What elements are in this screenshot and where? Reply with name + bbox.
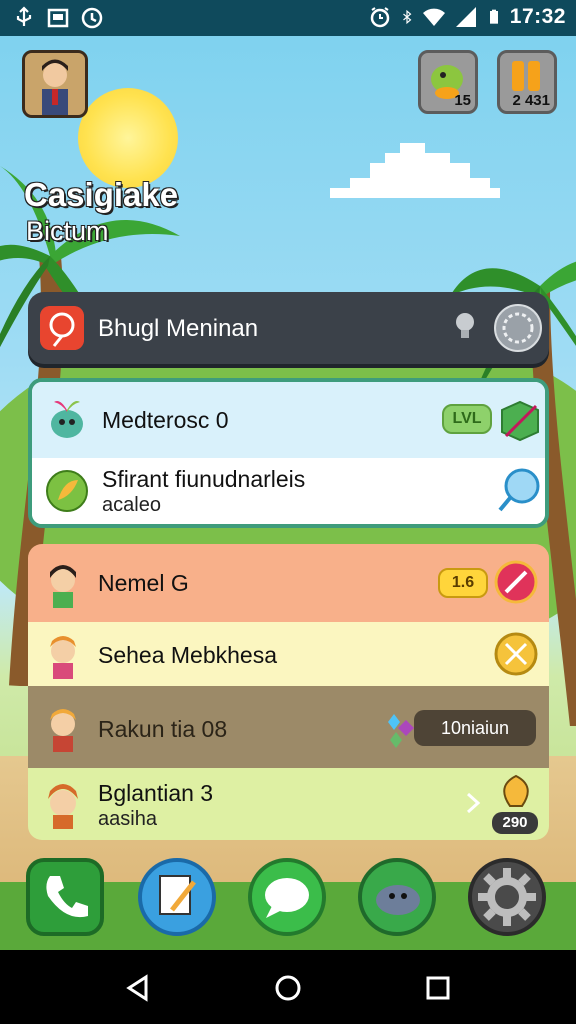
list-item-title: Sfirant fiunudnarleis bbox=[102, 466, 306, 492]
list-item-title: Nemel G bbox=[98, 570, 189, 596]
signal-icon bbox=[455, 7, 476, 27]
monkey-avatar-icon bbox=[48, 784, 78, 829]
list-item-subtitle: aasiha bbox=[98, 808, 157, 830]
list-item-title: Bglantian 3 bbox=[98, 780, 214, 806]
game-subtitle: Bictum bbox=[26, 216, 109, 246]
list-item[interactable]: Rakun tia 08 10niaiun bbox=[28, 686, 549, 768]
search-icon[interactable] bbox=[496, 466, 544, 514]
boy-avatar-icon bbox=[50, 709, 76, 752]
turtle-count: 15 bbox=[454, 92, 471, 109]
list-item[interactable]: Medterosc 0 LVL bbox=[32, 382, 545, 458]
list-item[interactable]: Bglantian 3 aasiha 290 bbox=[28, 768, 549, 840]
boy-avatar-icon bbox=[50, 636, 76, 679]
navigation-bar bbox=[0, 950, 576, 1024]
list-item[interactable]: Sfirant fiunudnarleis acaleo bbox=[32, 458, 545, 524]
sprout-creature-icon bbox=[51, 401, 83, 438]
search-bar[interactable]: Bhugl Meninan bbox=[28, 292, 549, 364]
girl-avatar-icon bbox=[50, 565, 76, 608]
sword-badge-icon[interactable] bbox=[492, 558, 540, 606]
notes-button[interactable] bbox=[138, 858, 216, 936]
gear-icon bbox=[478, 868, 536, 926]
list-item[interactable]: Nemel G 1.6 bbox=[28, 544, 549, 622]
list-item-title: Rakun tia 08 bbox=[98, 716, 228, 742]
usb-icon bbox=[16, 6, 32, 26]
list-group-1: Medterosc 0 LVL Sfirant fiunudnarleis ac… bbox=[28, 378, 549, 528]
coins-counter[interactable]: 2 431 bbox=[497, 50, 557, 114]
alarm-icon bbox=[370, 7, 390, 28]
level-badge: LVL bbox=[442, 404, 492, 434]
score-badge: 1.6 bbox=[438, 568, 488, 598]
chat-bubble-icon bbox=[265, 878, 309, 918]
swords-icon[interactable] bbox=[492, 630, 540, 678]
clock-icon bbox=[81, 7, 103, 29]
turtle-counter[interactable]: 15 bbox=[418, 50, 478, 114]
screenshot-icon bbox=[47, 8, 69, 28]
search-label: Bhugl Meninan bbox=[98, 315, 259, 342]
profile-avatar[interactable] bbox=[22, 50, 88, 118]
list-group-2: Nemel G 1.6 Sehea Mebkhesa Rakun tia 08 … bbox=[28, 544, 549, 840]
list-item-title: Medterosc 0 bbox=[102, 407, 229, 433]
battery-icon bbox=[489, 9, 498, 24]
seal-creature-icon bbox=[376, 885, 420, 915]
list-item[interactable]: Sehea Mebkhesa bbox=[28, 622, 549, 686]
phone-screen: 17:32 15 2 431 Casigiake Bictum Bhugl Me… bbox=[0, 0, 576, 1024]
notes-icon bbox=[159, 875, 196, 915]
settings-button[interactable] bbox=[468, 858, 546, 936]
timer-icon bbox=[502, 312, 534, 344]
avatar-icon bbox=[25, 53, 85, 115]
coins-count: 2 431 bbox=[512, 92, 550, 109]
messages-button[interactable] bbox=[248, 858, 326, 936]
app-logo-icon bbox=[40, 306, 84, 350]
status-bar: 17:32 bbox=[0, 0, 576, 36]
phone-icon bbox=[46, 876, 88, 918]
home-icon[interactable] bbox=[274, 974, 302, 1002]
chevron-right-icon[interactable] bbox=[464, 790, 482, 816]
timer-button[interactable] bbox=[494, 304, 542, 352]
lightbulb-icon[interactable] bbox=[454, 312, 476, 342]
cube-icon[interactable] bbox=[496, 396, 544, 444]
phone-button[interactable] bbox=[26, 858, 104, 936]
list-item-subtitle: acaleo bbox=[102, 494, 161, 516]
trophy-count: 290 bbox=[492, 812, 538, 834]
leaf-icon bbox=[46, 470, 88, 512]
back-icon[interactable] bbox=[124, 974, 152, 1002]
status-badge: 10niaiun bbox=[414, 710, 536, 746]
gems-icon bbox=[388, 714, 414, 748]
bluetooth-icon bbox=[402, 9, 412, 25]
chat-button[interactable] bbox=[358, 858, 436, 936]
recents-icon[interactable] bbox=[426, 976, 450, 1000]
list-item-title: Sehea Mebkhesa bbox=[98, 642, 278, 668]
status-time: 17:32 bbox=[509, 5, 566, 28]
wifi-icon bbox=[422, 8, 445, 26]
game-title: Casigiake bbox=[24, 176, 179, 213]
cloud-icon bbox=[315, 143, 500, 198]
